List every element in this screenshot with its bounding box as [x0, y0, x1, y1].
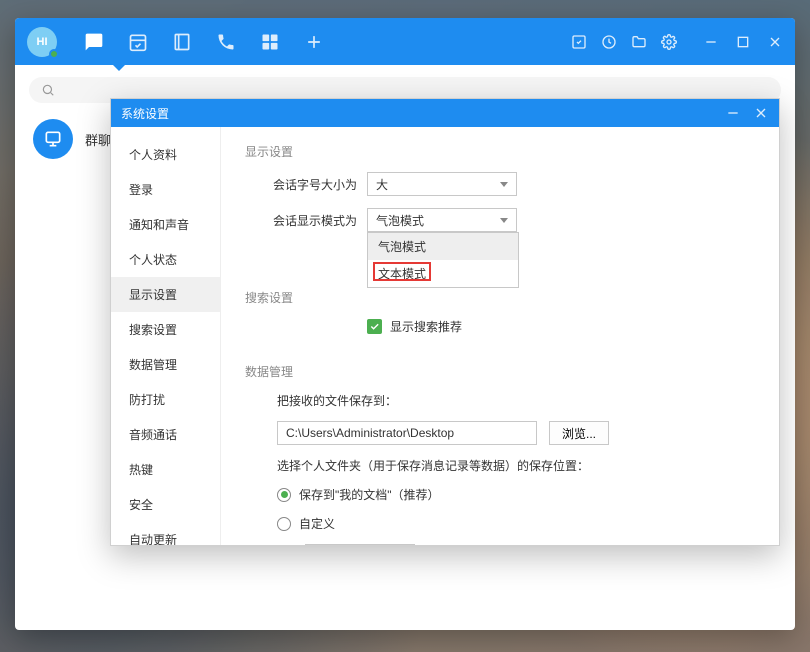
settings-content: 显示设置 会话字号大小为 大 会话显示模式为 气泡模式 气泡模式 — [221, 127, 779, 545]
chat-mode-label: 会话显示模式为 — [245, 212, 357, 229]
apps-tab-icon[interactable] — [259, 31, 281, 53]
nav-status[interactable]: 个人状态 — [111, 242, 220, 277]
section-data-title: 数据管理 — [245, 363, 755, 380]
nav-hotkeys[interactable]: 热键 — [111, 452, 220, 487]
calendar-tab-icon[interactable] — [127, 31, 149, 53]
notes-tab-icon[interactable] — [171, 31, 193, 53]
settings-close-icon[interactable] — [753, 105, 769, 121]
screenshot-icon[interactable] — [571, 34, 587, 50]
chat-tab-icon[interactable] — [83, 31, 105, 53]
section-search-title: 搜索设置 — [245, 289, 755, 306]
nav-search[interactable]: 搜索设置 — [111, 312, 220, 347]
chat-mode-value: 气泡模式 — [376, 212, 424, 229]
radio-save-docs-label: 保存到"我的文档"（推荐） — [299, 486, 440, 503]
main-titlebar — [15, 18, 795, 65]
phone-tab-icon[interactable] — [215, 31, 237, 53]
nav-security[interactable]: 安全 — [111, 487, 220, 522]
settings-minimize-icon[interactable] — [725, 105, 741, 121]
folder-icon[interactable] — [631, 34, 647, 50]
nav-notifications[interactable]: 通知和声音 — [111, 207, 220, 242]
user-avatar[interactable] — [27, 27, 57, 57]
nav-audio[interactable]: 音频通话 — [111, 417, 220, 452]
search-icon — [41, 83, 55, 97]
history-icon[interactable] — [601, 34, 617, 50]
save-path-label: 把接收的文件保存到： — [277, 392, 397, 409]
presence-dot — [49, 49, 59, 59]
settings-dialog: 系统设置 个人资料 登录 通知和声音 个人状态 显示设置 搜索设置 数据管理 防… — [110, 98, 780, 546]
nav-data[interactable]: 数据管理 — [111, 347, 220, 382]
chat-mode-select[interactable]: 气泡模式 气泡模式 文本模式 — [367, 208, 517, 232]
chat-name: 群聊 — [85, 130, 111, 149]
show-suggest-checkbox[interactable] — [367, 319, 382, 334]
save-path-input[interactable] — [277, 421, 537, 445]
active-tab-indicator — [113, 65, 125, 71]
maximize-icon[interactable] — [735, 34, 751, 50]
settings-icon[interactable] — [661, 34, 677, 50]
chevron-down-icon — [500, 218, 508, 223]
chat-mode-dropdown: 气泡模式 文本模式 — [367, 232, 519, 288]
nav-update[interactable]: 自动更新 — [111, 522, 220, 545]
show-suggest-label: 显示搜索推荐 — [390, 318, 462, 335]
add-tab-icon[interactable] — [303, 31, 325, 53]
chevron-down-icon — [500, 182, 508, 187]
radio-custom[interactable] — [277, 517, 291, 531]
settings-nav: 个人资料 登录 通知和声音 个人状态 显示设置 搜索设置 数据管理 防打扰 音频… — [111, 127, 221, 545]
close-icon[interactable] — [767, 34, 783, 50]
personal-folder-label: 选择个人文件夹（用于保存消息记录等数据）的保存位置： — [277, 457, 589, 474]
radio-save-docs[interactable] — [277, 488, 291, 502]
browse-button[interactable]: 浏览... — [549, 421, 609, 445]
nav-login[interactable]: 登录 — [111, 172, 220, 207]
group-chat-icon — [33, 119, 73, 159]
open-folder-button[interactable]: 打开个人文件夹 — [305, 544, 415, 545]
chat-mode-option-text[interactable]: 文本模式 — [368, 260, 518, 287]
font-size-value: 大 — [376, 176, 388, 193]
nav-dnd[interactable]: 防打扰 — [111, 382, 220, 417]
font-size-select[interactable]: 大 — [367, 172, 517, 196]
settings-title: 系统设置 — [121, 105, 169, 122]
minimize-icon[interactable] — [703, 34, 719, 50]
nav-profile[interactable]: 个人资料 — [111, 137, 220, 172]
radio-custom-label: 自定义 — [299, 515, 335, 532]
nav-tabs — [83, 31, 325, 53]
section-display-title: 显示设置 — [245, 143, 755, 160]
chat-mode-option-bubble[interactable]: 气泡模式 — [368, 233, 518, 260]
settings-titlebar: 系统设置 — [111, 99, 779, 127]
font-size-label: 会话字号大小为 — [245, 176, 357, 193]
nav-display[interactable]: 显示设置 — [111, 277, 220, 312]
